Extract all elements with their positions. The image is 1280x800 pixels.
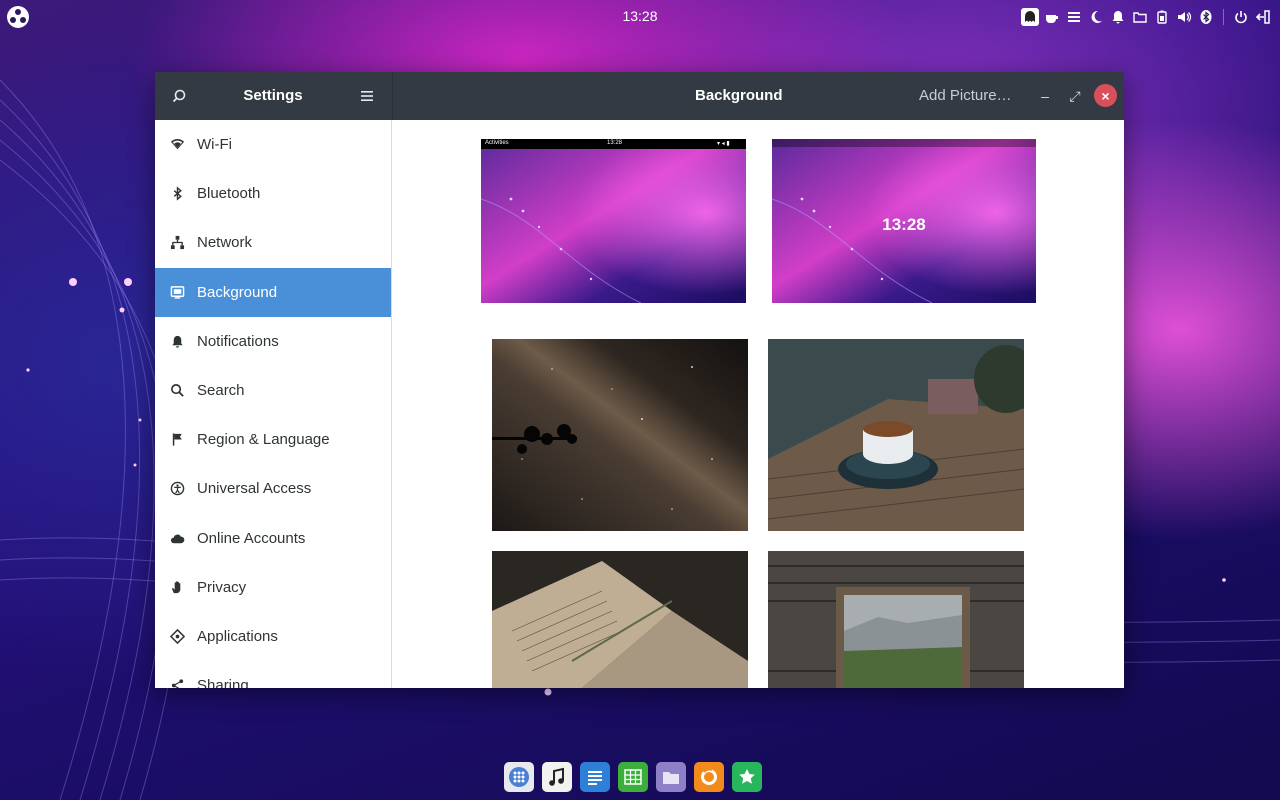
sidebar-item-label: Search <box>197 382 245 399</box>
settings-window: Settings Background Add Picture… – ⤢ × W… <box>155 72 1124 688</box>
wallpaper-cabin-window[interactable] <box>768 551 1024 688</box>
share-icon <box>169 678 185 688</box>
sidebar-item-region-language[interactable]: Region & Language <box>155 415 391 464</box>
preview-tray-icons: ▾ ◂ ▮ <box>717 141 730 147</box>
sidebar-item-label: Background <box>197 284 278 301</box>
music-icon[interactable] <box>542 762 572 792</box>
sidebar-item-universal-access[interactable]: Universal Access <box>155 464 391 513</box>
preview-activities-label: Activities <box>485 140 509 146</box>
applications-icon <box>169 629 185 645</box>
list-icon[interactable] <box>1065 8 1083 26</box>
background-content: Activities 13:28 ▾ ◂ ▮ 13:28 <box>392 120 1124 688</box>
sidebar-item-label: Sharing <box>197 677 249 688</box>
sidebar-item-label: Online Accounts <box>197 530 306 547</box>
top-bar: 13:28 <box>0 0 1280 34</box>
moon-icon[interactable] <box>1087 8 1105 26</box>
wallpaper-milky-way[interactable] <box>492 339 748 531</box>
header-bar: Settings Background Add Picture… – ⤢ × <box>155 72 1124 120</box>
lock-screen-preview[interactable]: 13:28 <box>772 139 1036 303</box>
sidebar: Wi-Fi Bluetooth Network Background Notif… <box>155 120 392 688</box>
lock-screen-clock: 13:28 <box>882 215 926 234</box>
bell-icon <box>169 334 185 350</box>
sidebar-item-sharing[interactable]: Sharing <box>155 661 391 688</box>
accessibility-icon <box>169 481 185 497</box>
maximize-button[interactable]: ⤢ <box>1063 84 1087 108</box>
firefox-icon[interactable] <box>694 762 724 792</box>
ghost-icon[interactable] <box>1021 8 1039 26</box>
app-grid-icon[interactable] <box>504 762 534 792</box>
battery-icon[interactable] <box>1153 8 1171 26</box>
bluetooth-icon <box>169 186 185 202</box>
bell-icon[interactable] <box>1109 8 1127 26</box>
coffee-icon[interactable] <box>1043 8 1061 26</box>
preview-clock-label: 13:28 <box>607 140 623 146</box>
sidebar-header: Settings <box>155 72 393 120</box>
sidebar-item-search[interactable]: Search <box>155 366 391 415</box>
sidebar-item-wifi[interactable]: Wi-Fi <box>155 120 391 169</box>
close-button[interactable]: × <box>1094 84 1117 107</box>
sidebar-item-label: Applications <box>197 628 278 645</box>
hand-icon <box>169 580 185 596</box>
minimize-button[interactable]: – <box>1033 84 1057 108</box>
sidebar-item-bluetooth[interactable]: Bluetooth <box>155 169 391 218</box>
sidebar-item-online-accounts[interactable]: Online Accounts <box>155 514 391 563</box>
search-icon <box>169 383 185 399</box>
cloud-icon <box>169 531 185 547</box>
desktop-background-preview[interactable]: Activities 13:28 ▾ ◂ ▮ <box>481 139 746 303</box>
system-tray <box>1021 6 1272 28</box>
text-editor-icon[interactable] <box>580 762 610 792</box>
sidebar-item-label: Wi-Fi <box>197 136 232 153</box>
sidebar-item-notifications[interactable]: Notifications <box>155 317 391 366</box>
tray-separator <box>1223 9 1224 25</box>
bluetooth-icon[interactable] <box>1197 8 1215 26</box>
sidebar-item-label: Bluetooth <box>197 185 261 202</box>
wifi-icon <box>169 137 185 153</box>
wallpaper-coffee-cup[interactable] <box>768 339 1024 531</box>
sidebar-item-label: Privacy <box>197 579 247 596</box>
page-title: Background <box>695 87 783 104</box>
dock <box>504 762 762 794</box>
spreadsheet-icon[interactable] <box>618 762 648 792</box>
sidebar-item-label: Network <box>197 234 253 251</box>
flag-icon <box>169 432 185 448</box>
background-icon <box>169 285 185 301</box>
folder-icon[interactable] <box>1131 8 1149 26</box>
logout-icon[interactable] <box>1254 8 1272 26</box>
power-icon[interactable] <box>1232 8 1250 26</box>
sidebar-item-label: Universal Access <box>197 480 312 497</box>
sidebar-item-applications[interactable]: Applications <box>155 612 391 661</box>
sidebar-item-privacy[interactable]: Privacy <box>155 563 391 612</box>
hamburger-menu-icon[interactable] <box>355 84 379 108</box>
volume-icon[interactable] <box>1175 8 1193 26</box>
software-center-icon[interactable] <box>732 762 762 792</box>
add-picture-button[interactable]: Add Picture… <box>919 87 1012 104</box>
sidebar-item-label: Notifications <box>197 333 279 350</box>
network-icon <box>169 235 185 251</box>
files-icon[interactable] <box>656 762 686 792</box>
sidebar-item-label: Region & Language <box>197 431 330 448</box>
sidebar-item-background[interactable]: Background <box>155 268 391 317</box>
sidebar-item-network[interactable]: Network <box>155 218 391 267</box>
wallpaper-old-book[interactable] <box>492 551 748 688</box>
